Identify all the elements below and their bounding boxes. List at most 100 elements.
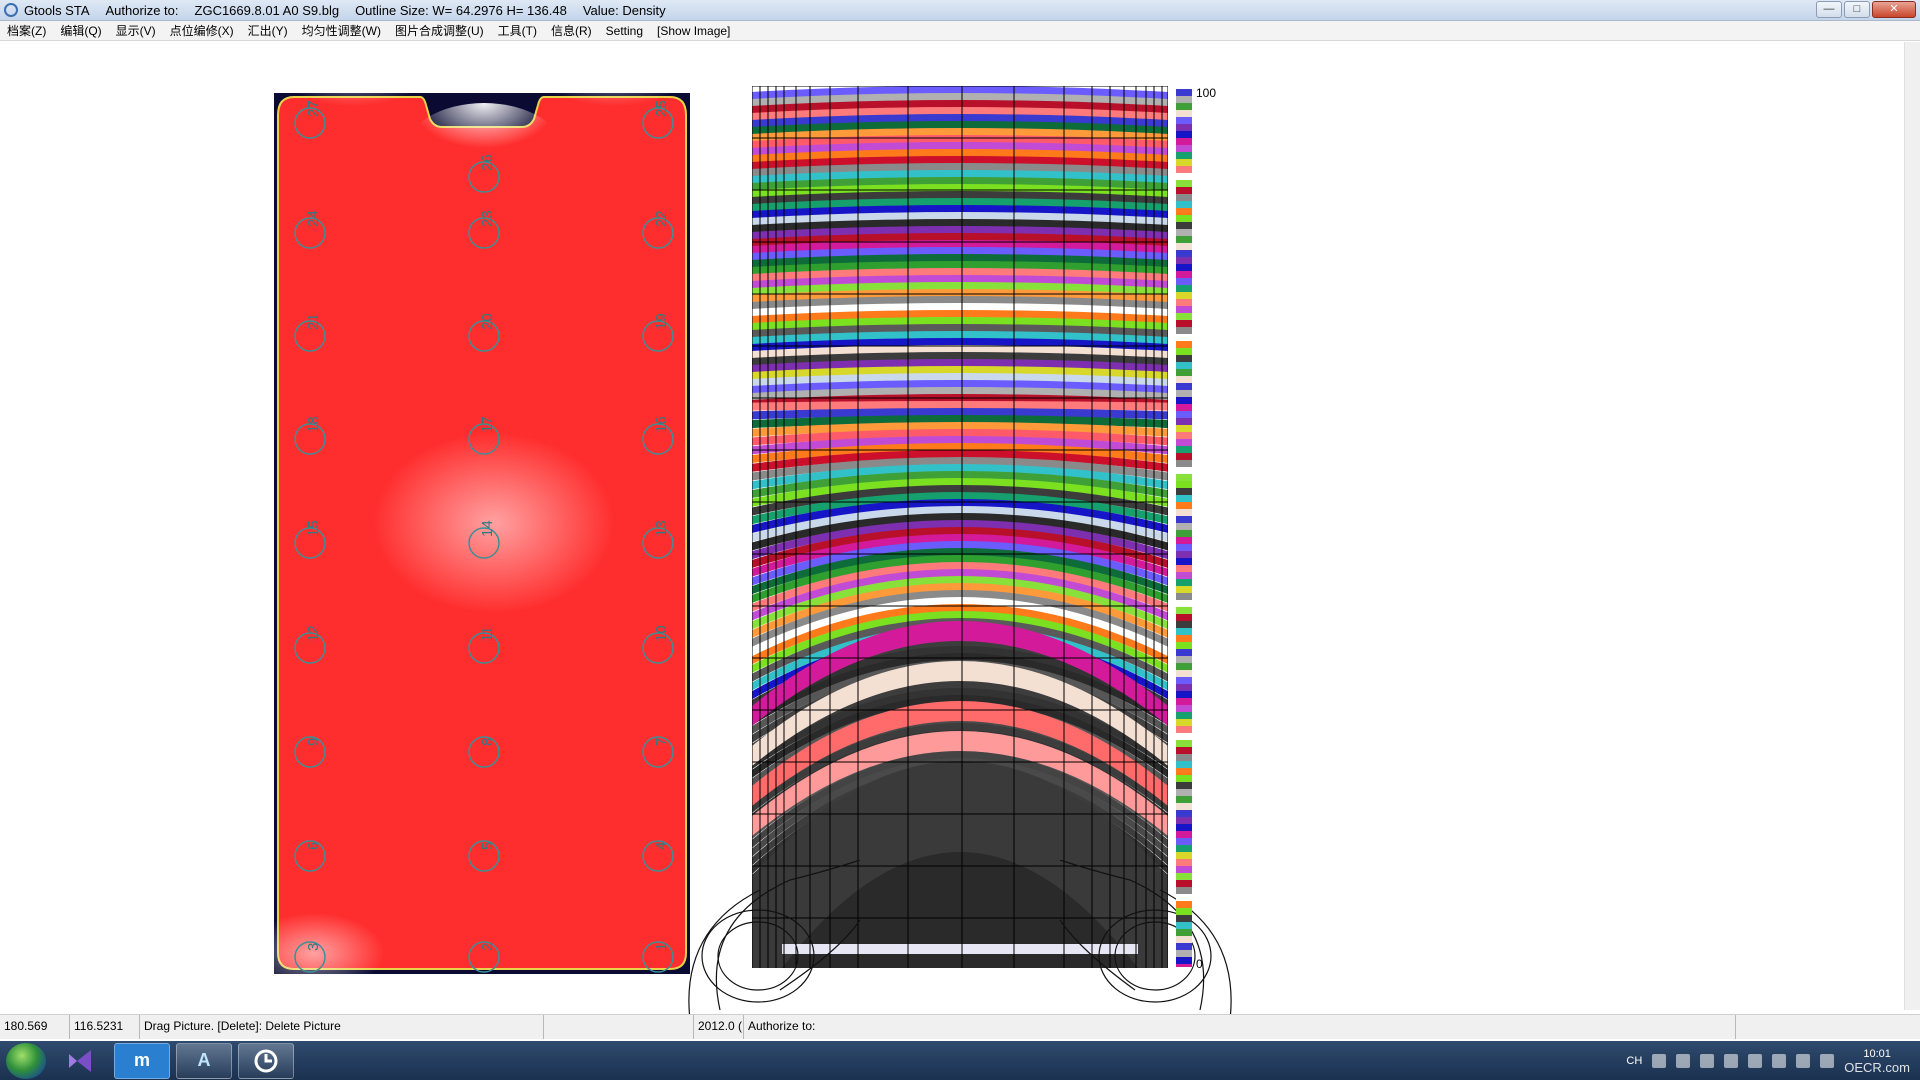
contour-map[interactable] [752,86,1168,968]
menu-file[interactable]: 档案(Z) [0,22,53,39]
legend-swatch [1176,859,1192,866]
outline-size: Outline Size: W= 64.2976 H= 136.48 [355,2,567,18]
legend-swatch [1176,726,1192,733]
gtools-icon[interactable] [238,1042,294,1079]
legend-swatch [1176,488,1192,495]
menu-view[interactable]: 显示(V) [109,22,163,39]
settings-icon[interactable] [1700,1053,1715,1068]
maxthon-icon[interactable]: m [114,1042,170,1079]
vertical-scrollbar[interactable] [1904,42,1920,1010]
menu-uniformity[interactable]: 均匀性调整(W) [295,22,388,39]
legend-swatch [1176,922,1192,929]
keyboard-icon[interactable] [1652,1053,1667,1068]
volume-icon[interactable] [1820,1053,1835,1068]
legend-swatch [1176,495,1192,502]
minimize-button[interactable]: — [1816,1,1842,18]
legend-swatch [1176,894,1192,901]
legend-swatch [1176,747,1192,754]
legend-swatch [1176,432,1192,439]
clock[interactable]: 10:01 OECR.com [1844,1048,1910,1074]
point-number: 5 [479,842,496,850]
menu-show-image[interactable]: [Show Image] [650,24,737,38]
point-number: 14 [479,520,496,537]
legend-swatch [1176,719,1192,726]
legend-swatch [1176,635,1192,642]
legend-min-label: 0 [1196,957,1203,971]
legend-swatch [1176,348,1192,355]
app-icon [4,3,18,17]
legend-swatch [1176,481,1192,488]
point-number: 19 [653,313,670,330]
network-icon[interactable] [1796,1053,1811,1068]
legend-swatch [1176,943,1192,950]
point-number: 3 [305,943,322,951]
legend-swatch [1176,355,1192,362]
close-button[interactable]: ✕ [1872,1,1916,18]
legend-swatch [1176,159,1192,166]
contour-map-canvas [752,86,1168,968]
legend-swatch [1176,89,1192,96]
legend-swatch [1176,124,1192,131]
legend-swatch [1176,453,1192,460]
start-button[interactable] [6,1042,46,1079]
menu-tools[interactable]: 工具(T) [491,22,544,39]
menu-point-edit[interactable]: 点位编修(X) [163,22,241,39]
point-number: 27 [305,100,322,117]
legend-swatch [1176,320,1192,327]
menu-image-composite[interactable]: 图片合成调整(U) [388,22,491,39]
point-number: 16 [653,416,670,433]
legend-swatch [1176,677,1192,684]
legend-swatch [1176,586,1192,593]
legend-swatch [1176,579,1192,586]
legend-swatch [1176,509,1192,516]
legend-swatch [1176,754,1192,761]
legend-swatch [1176,530,1192,537]
legend-swatch [1176,621,1192,628]
legend-swatch [1176,649,1192,656]
point-number: 13 [653,520,670,537]
legend-swatch [1176,607,1192,614]
legend-swatch [1176,600,1192,607]
help-icon[interactable] [1676,1053,1691,1068]
menu-export[interactable]: 汇出(Y) [241,22,295,39]
point-number: 6 [305,842,322,850]
legend-swatch [1176,670,1192,677]
legend-swatch [1176,551,1192,558]
maximize-button[interactable]: □ [1844,1,1870,18]
point-number: 21 [305,313,322,330]
legend-swatch [1176,712,1192,719]
shield-icon[interactable] [1748,1053,1763,1068]
point-number: 12 [305,625,322,642]
visual-studio-icon[interactable] [52,1043,108,1079]
legend-swatch [1176,460,1192,467]
density-image-canvas: 27 252624 23 2221 20 1918 17 1615 14 1312 11 109 8 76… [274,93,690,974]
legend-swatch [1176,656,1192,663]
menu-edit[interactable]: 编辑(Q) [53,22,108,39]
qq-icon[interactable] [1724,1053,1739,1068]
legend-swatch [1176,215,1192,222]
legend-swatch [1176,810,1192,817]
legend-swatch [1176,208,1192,215]
legend-swatch [1176,243,1192,250]
legend-swatch [1176,593,1192,600]
legend-swatch [1176,250,1192,257]
legend-swatch [1176,768,1192,775]
autocad-icon[interactable]: A [176,1042,232,1079]
status-x: 180.569 [0,1015,70,1039]
density-image[interactable]: 27 25 26 24 23 22 21 20 19 18 17 16 15 14 13 12 11 10 9 8 7 6… [274,93,690,974]
tray-language[interactable]: CH [1626,1055,1642,1067]
menu-setting[interactable]: Setting [599,24,650,38]
legend-swatch [1176,698,1192,705]
clock-time: 10:01 [1863,1047,1891,1060]
legend-swatch [1176,96,1192,103]
legend-swatch [1176,103,1192,110]
legend-swatch [1176,502,1192,509]
legend-swatch [1176,901,1192,908]
legend-swatch [1176,523,1192,530]
legend-swatch [1176,761,1192,768]
legend-swatch [1176,362,1192,369]
legend-swatch [1176,152,1192,159]
menu-info[interactable]: 信息(R) [544,22,599,39]
device-icon[interactable] [1772,1053,1787,1068]
status-y: 116.5231 [70,1015,140,1039]
